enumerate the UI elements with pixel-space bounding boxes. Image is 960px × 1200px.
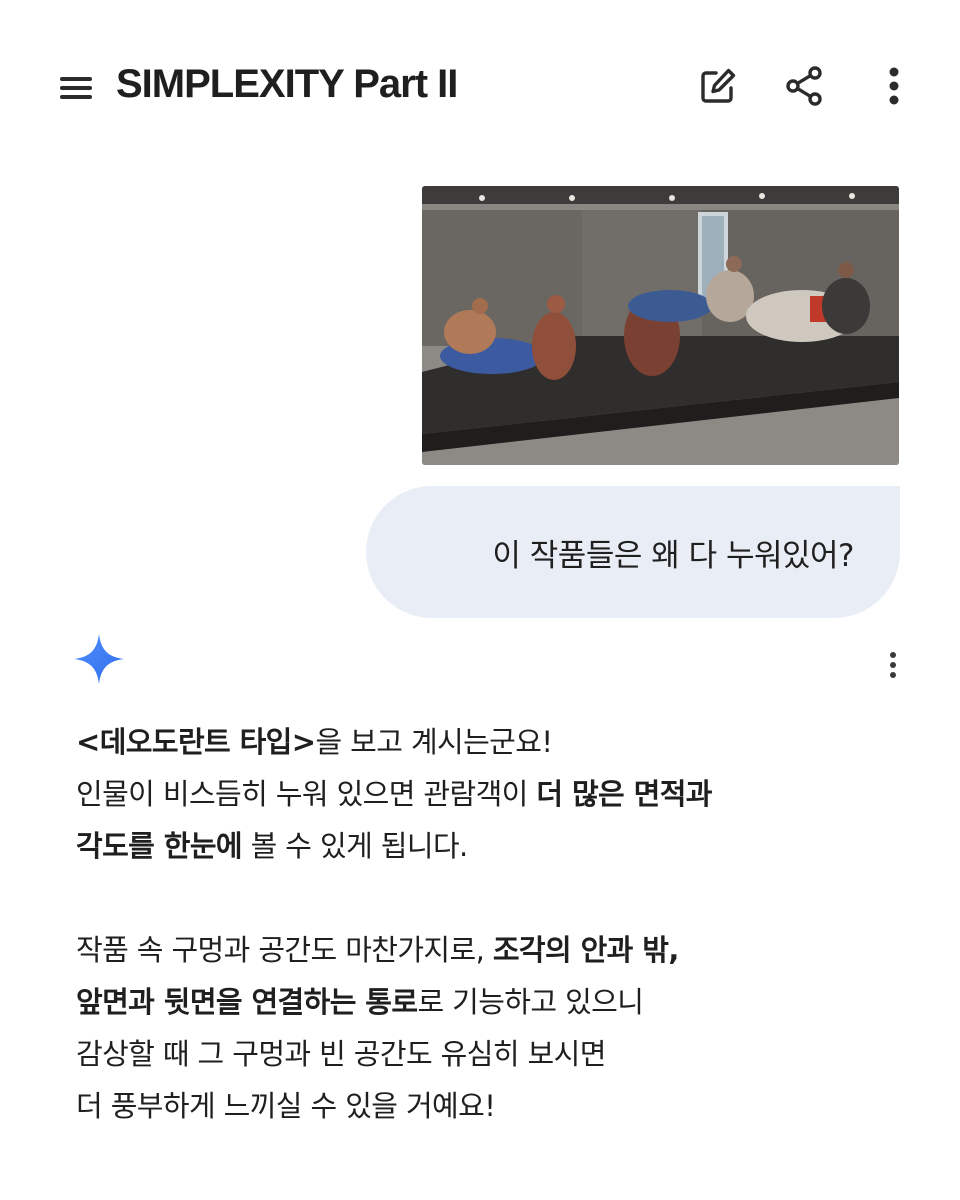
text-run: 로 기능하고 있으니 bbox=[417, 985, 644, 1019]
user-message-bubble[interactable]: 이 작품들은 왜 다 누워있어? bbox=[366, 486, 900, 618]
gemini-sparkle-icon bbox=[72, 632, 126, 686]
bold-phrase: 더 많은 면적과 bbox=[536, 777, 712, 811]
chat-screen: SIMPLEXITY Part II 이 작품들은 왜 다 누워있어? <데오도… bbox=[0, 0, 960, 1200]
text-run: 감상할 때 그 구멍과 빈 공간도 유심히 보시면 bbox=[76, 1037, 606, 1071]
text-run: 을 보고 계시는군요! bbox=[315, 725, 553, 759]
text-run: 볼 수 있게 됩니다. bbox=[241, 829, 469, 863]
response-line: 감상할 때 그 구멍과 빈 공간도 유심히 보시면 bbox=[76, 1028, 896, 1080]
bold-phrase: 앞면과 뒷면을 연결하는 통로 bbox=[76, 985, 418, 1019]
conversation-title: SIMPLEXITY Part II bbox=[116, 62, 458, 106]
more-vert-icon[interactable] bbox=[870, 62, 918, 110]
response-more-icon[interactable] bbox=[876, 648, 910, 682]
response-line: 작품 속 구멍과 공간도 마찬가지로, 조각의 안과 밖, bbox=[76, 924, 896, 976]
bold-phrase: 조각의 안과 밖, bbox=[492, 933, 679, 967]
share-icon[interactable] bbox=[780, 62, 828, 110]
response-line: 더 풍부하게 느끼실 수 있을 거예요! bbox=[76, 1080, 896, 1132]
assistant-response: <데오도란트 타입>을 보고 계시는군요! 인물이 비스듬히 누워 있으면 관람… bbox=[76, 716, 896, 1132]
response-line: <데오도란트 타입>을 보고 계시는군요! bbox=[76, 716, 896, 768]
bold-phrase: <데오도란트 타입> bbox=[76, 725, 316, 759]
uploaded-image[interactable] bbox=[422, 186, 899, 465]
response-line: 앞면과 뒷면을 연결하는 통로로 기능하고 있으니 bbox=[76, 976, 896, 1028]
text-run: 인물이 비스듬히 누워 있으면 관람객이 bbox=[76, 777, 537, 811]
text-run: 더 풍부하게 느끼실 수 있을 거예요! bbox=[76, 1089, 496, 1123]
response-line: 각도를 한눈에 볼 수 있게 됩니다. bbox=[76, 820, 896, 872]
bold-phrase: 각도를 한눈에 bbox=[76, 829, 243, 863]
edit-icon[interactable] bbox=[694, 62, 742, 110]
text-run: 작품 속 구멍과 공간도 마찬가지로, bbox=[76, 933, 493, 967]
response-line: 인물이 비스듬히 누워 있으면 관람객이 더 많은 면적과 bbox=[76, 768, 896, 820]
user-message-text: 이 작품들은 왜 다 누워있어? bbox=[492, 537, 854, 574]
hamburger-menu-icon[interactable] bbox=[56, 68, 96, 108]
top-app-bar: SIMPLEXITY Part II bbox=[0, 0, 960, 175]
